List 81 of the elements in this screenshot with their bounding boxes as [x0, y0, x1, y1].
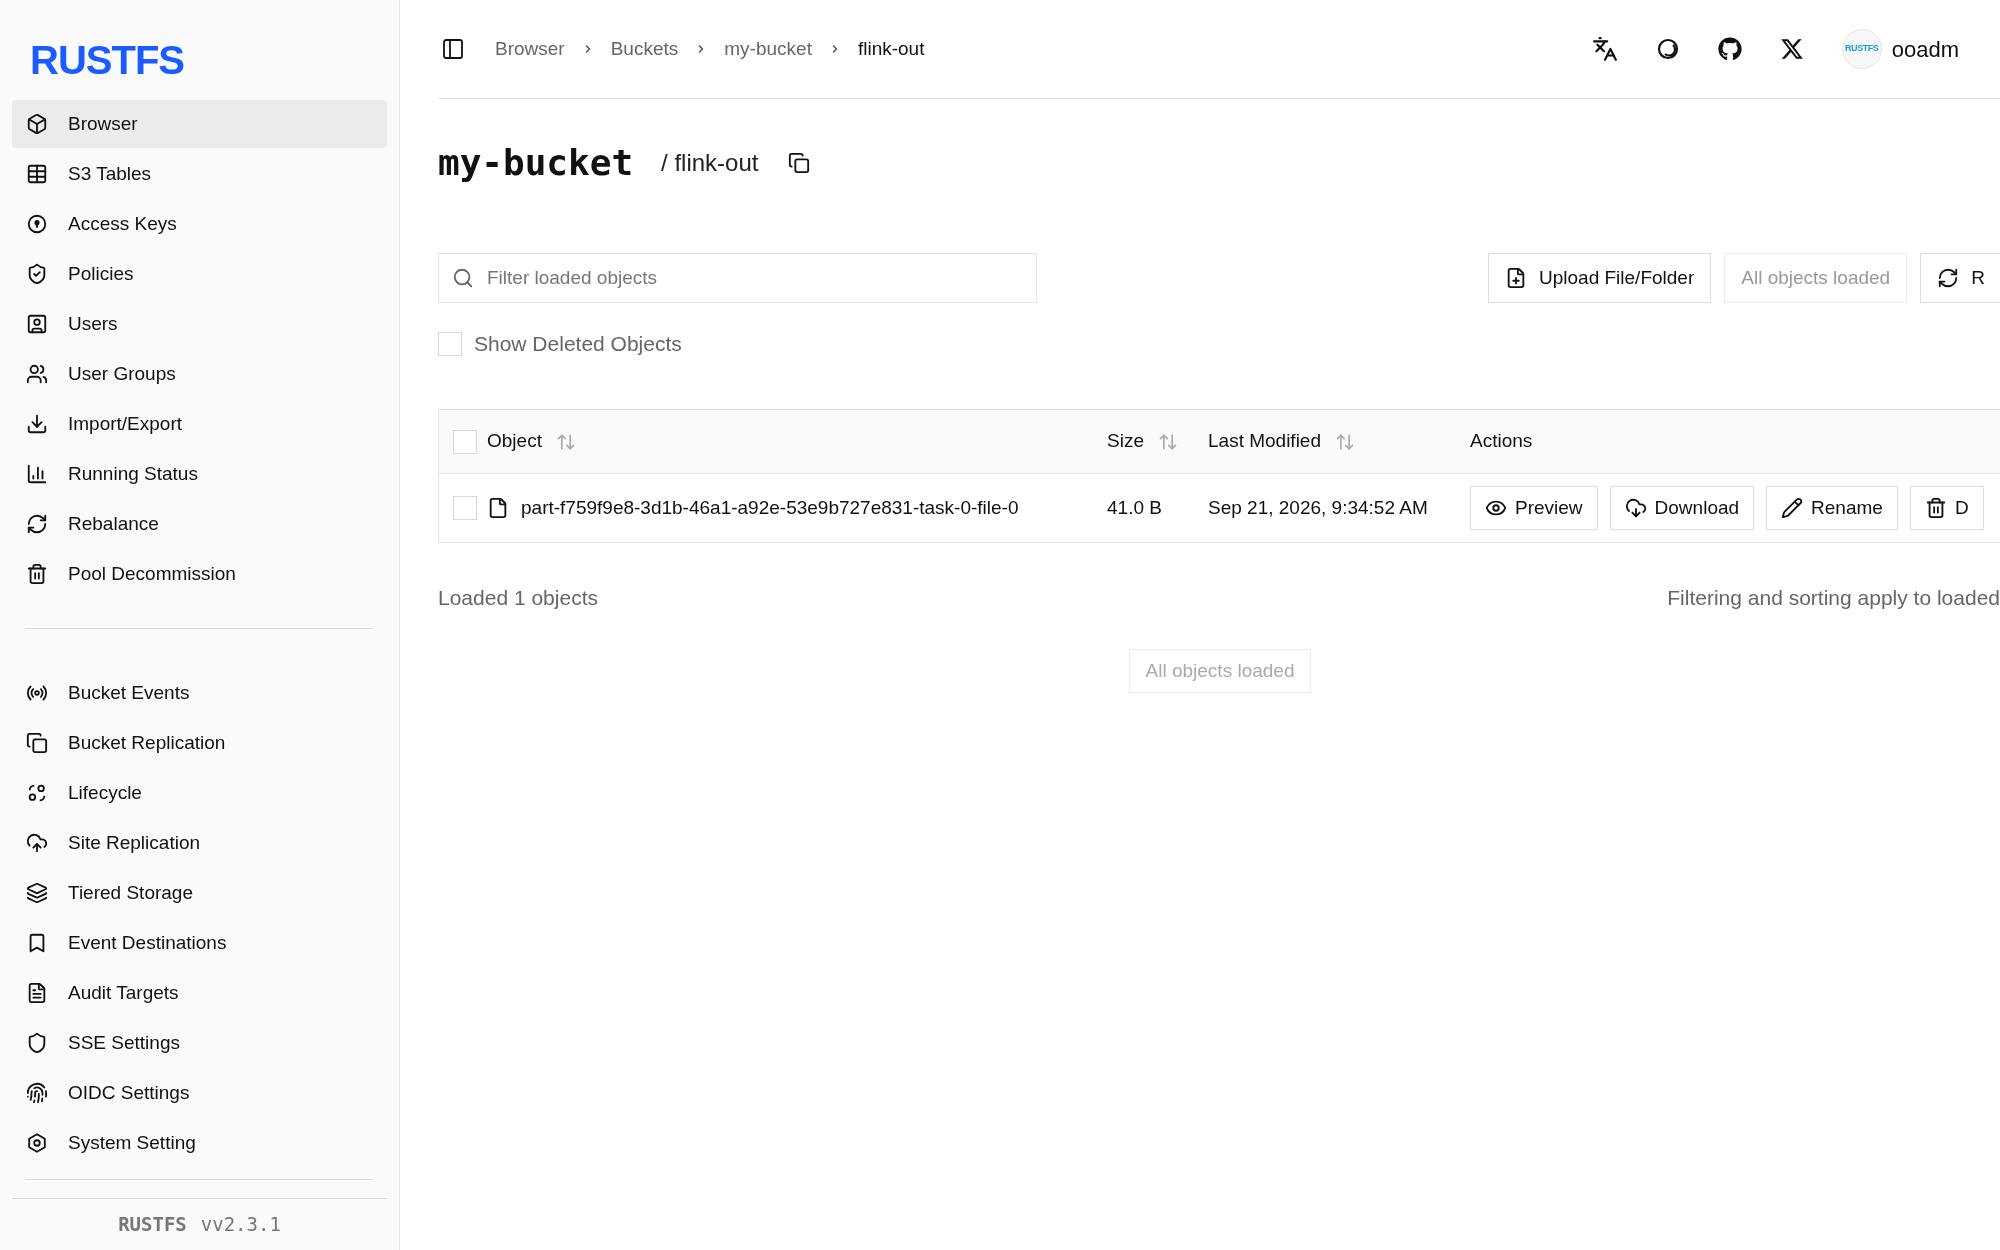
fingerprint-icon — [26, 1082, 48, 1104]
copy-icon — [26, 732, 48, 754]
refresh-button[interactable]: R — [1920, 253, 2000, 303]
sidebar-item[interactable]: Site Replication — [12, 819, 387, 867]
breadcrumb-link[interactable]: Buckets — [610, 34, 679, 64]
search-icon — [452, 267, 474, 289]
sidebar-item[interactable]: SSE Settings — [12, 1019, 387, 1067]
circles-icon — [26, 782, 48, 804]
select-all-checkbox[interactable] — [453, 429, 477, 454]
sidebar-item[interactable]: Users — [12, 300, 387, 348]
column-header[interactable]: Object — [487, 427, 542, 456]
trash-icon — [1924, 497, 1947, 519]
user-card-icon — [26, 313, 48, 335]
sidebar-item[interactable]: Import/Export — [12, 400, 387, 448]
sidebar-item[interactable]: Tiered Storage — [12, 869, 387, 917]
shield-icon — [26, 1032, 48, 1054]
github-icon[interactable] — [1717, 37, 1742, 61]
loaded-count: Loaded 1 objects — [438, 585, 598, 612]
breadcrumb-link[interactable]: flink-out — [857, 34, 925, 64]
sidebar-item[interactable]: Running Status — [12, 450, 387, 498]
column-header[interactable]: Last Modified — [1208, 427, 1321, 456]
object-name[interactable]: part-f759f9e8-3d1b-46a1-a92e-53e9b727e831-task-0-file-0 — [521, 493, 1019, 523]
version-label: vv2.3.1 — [200, 1212, 281, 1238]
sidebar-item[interactable]: Lifecycle — [12, 769, 387, 817]
table-icon — [26, 163, 48, 185]
download-icon — [26, 413, 48, 435]
preview-button[interactable]: Preview — [1470, 486, 1598, 530]
sidebar-item[interactable]: Bucket Events — [12, 669, 387, 717]
shield-check-icon — [26, 263, 48, 285]
search-field[interactable]: Filter loaded objects — [438, 253, 1037, 303]
sidebar-item[interactable]: Pool Decommission — [12, 550, 387, 598]
checkbox-label[interactable]: Show Deleted Objects — [474, 328, 682, 360]
sidebar-item[interactable]: Audit Targets — [12, 969, 387, 1017]
theme-toggle-icon[interactable] — [1655, 37, 1680, 61]
breadcrumb-link[interactable]: my-bucket — [724, 34, 812, 64]
download-button[interactable]: Download — [1609, 486, 1755, 530]
sidebar-item[interactable]: Access Keys — [12, 200, 387, 248]
sidebar-item[interactable]: System Setting — [12, 1119, 387, 1167]
sidebar-item[interactable]: Event Destinations — [12, 919, 387, 967]
file-plus-icon — [1505, 267, 1527, 289]
filter-note: Filtering and sorting apply to loaded — [1667, 585, 2000, 612]
breadcrumb-link[interactable]: Browser — [495, 34, 565, 64]
copy-icon[interactable] — [788, 152, 811, 174]
file-icon — [487, 497, 509, 519]
sidebar-item[interactable]: Rebalance — [12, 500, 387, 548]
upload-button[interactable]: Upload File/Folder — [1488, 253, 1712, 303]
keyhole-icon — [26, 213, 48, 235]
users-icon — [26, 363, 48, 385]
user-name[interactable]: ooadm — [1891, 32, 1959, 66]
pencil-icon — [1781, 497, 1804, 519]
rename-button[interactable]: Rename — [1766, 486, 1898, 530]
refresh-icon — [26, 513, 48, 535]
translate-icon[interactable] — [1591, 36, 1618, 62]
delete-button[interactable]: D — [1909, 486, 1984, 530]
logo[interactable]: RUSTFS — [30, 38, 184, 82]
sidebar-item[interactable]: User Groups — [12, 350, 387, 398]
checkbox[interactable] — [438, 332, 462, 356]
column-header[interactable]: Actions — [1470, 427, 1533, 456]
footer-brand: RUSTFS — [118, 1212, 187, 1238]
folder-path: / flink-out — [661, 148, 759, 178]
layers-icon — [26, 882, 48, 904]
refresh-icon — [1937, 267, 1960, 289]
cloud-upload-icon — [26, 832, 48, 854]
bar-chart-icon — [26, 463, 48, 485]
row-checkbox[interactable] — [453, 496, 477, 520]
table-cell-text: Sep 21, 2026, 9:34:52 AM — [1208, 495, 1429, 520]
sidebar-toggle-icon[interactable] — [441, 37, 465, 61]
cloud-download-icon — [1624, 497, 1647, 519]
document-icon — [26, 982, 48, 1004]
x-icon[interactable] — [1779, 37, 1804, 61]
sidebar-item[interactable]: S3 Tables — [12, 150, 387, 198]
sidebar-item[interactable]: Policies — [12, 250, 387, 298]
trash-icon — [26, 563, 48, 585]
sidebar-item[interactable]: Browser — [12, 100, 387, 148]
column-header[interactable]: Size — [1107, 427, 1144, 456]
cube-icon — [26, 113, 48, 135]
hexagon-icon — [26, 1132, 48, 1154]
bucket-title: my-bucket — [438, 141, 634, 185]
sidebar-item[interactable]: OIDC Settings — [12, 1069, 387, 1117]
sidebar-item[interactable]: Bucket Replication — [12, 719, 387, 767]
table-cell-text: 41.0 B — [1107, 495, 1163, 520]
